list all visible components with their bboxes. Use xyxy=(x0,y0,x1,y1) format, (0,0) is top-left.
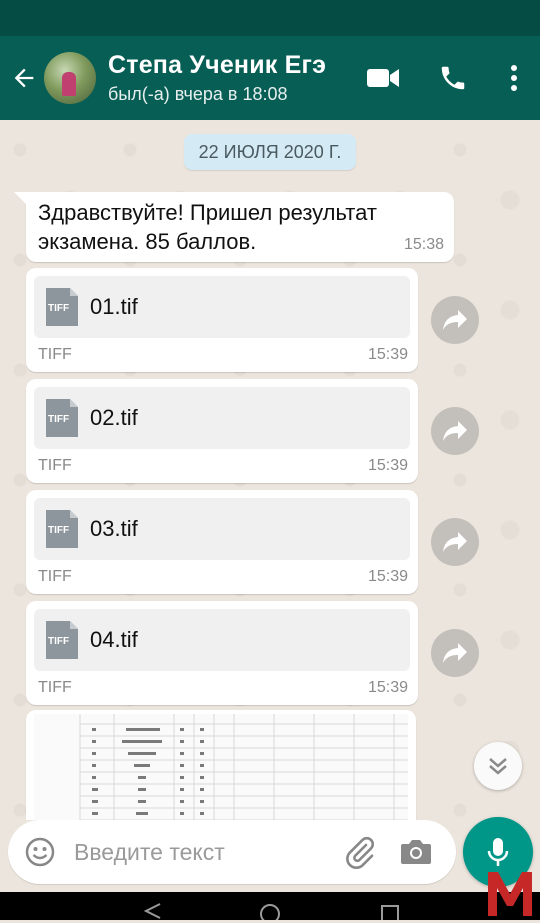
contact-name: Степа Ученик Егэ xyxy=(108,51,327,79)
message-input[interactable] xyxy=(72,837,326,867)
video-call-button[interactable] xyxy=(348,36,418,120)
tiff-file-icon: TIFF xyxy=(46,621,78,659)
contact-info[interactable]: Степа Ученик Егэ был(-а) вчера в 18:08 xyxy=(108,51,338,105)
arrow-back-icon xyxy=(14,68,34,88)
nav-recents-icon[interactable] xyxy=(380,902,400,920)
chat-header: Степа Ученик Егэ был(-а) вчера в 18:08 xyxy=(0,36,540,120)
file-name: 02.tif xyxy=(90,405,138,430)
message-time: 15:39 xyxy=(367,457,408,474)
incoming-text-message[interactable]: Здравствуйте! Пришел результат экзамена.… xyxy=(14,192,454,262)
file-icon-label: TIFF xyxy=(48,414,70,425)
nav-home-icon[interactable] xyxy=(258,902,282,920)
double-chevron-down-icon xyxy=(489,758,507,775)
file-type: TIFF xyxy=(38,346,72,363)
nav-back-icon[interactable] xyxy=(140,902,164,920)
tiff-file-icon: TIFF xyxy=(46,399,78,437)
message-time: 15:39 xyxy=(367,346,408,363)
attach-button[interactable] xyxy=(332,820,388,884)
more-vert-icon xyxy=(511,65,517,91)
file-type: TIFF xyxy=(38,457,72,474)
file-message[interactable]: TIFF 02.tif TIFF 15:39 xyxy=(26,379,418,483)
file-message[interactable]: TIFF 03.tif TIFF 15:39 xyxy=(26,490,418,594)
forward-button[interactable] xyxy=(431,518,479,566)
more-options-button[interactable] xyxy=(488,36,540,120)
file-attachment[interactable]: TIFF 01.tif xyxy=(34,276,410,338)
file-name: 03.tif xyxy=(90,516,138,541)
status-bar xyxy=(0,0,540,36)
phone-icon xyxy=(441,66,465,90)
forward-icon xyxy=(443,310,467,330)
message-time: 15:38 xyxy=(403,236,444,253)
watermark-logo xyxy=(484,868,536,918)
forward-button[interactable] xyxy=(431,296,479,344)
file-type: TIFF xyxy=(38,568,72,585)
contact-avatar[interactable] xyxy=(44,52,96,104)
file-icon-label: TIFF xyxy=(48,636,70,647)
camera-icon xyxy=(401,840,431,864)
tiff-file-icon: TIFF xyxy=(46,510,78,548)
scroll-to-bottom-button[interactable] xyxy=(474,742,522,790)
microphone-icon xyxy=(487,838,509,866)
paperclip-icon xyxy=(346,836,374,869)
emoji-icon xyxy=(25,837,55,867)
file-name: 04.tif xyxy=(90,627,138,652)
voice-call-button[interactable] xyxy=(418,36,488,120)
video-call-icon xyxy=(367,69,399,87)
tiff-file-icon: TIFF xyxy=(46,288,78,326)
document-preview-icon xyxy=(79,714,408,820)
file-attachment[interactable]: TIFF 03.tif xyxy=(34,498,410,560)
file-attachment[interactable]: TIFF 02.tif xyxy=(34,387,410,449)
message-time: 15:39 xyxy=(367,568,408,585)
forward-button[interactable] xyxy=(431,407,479,455)
forward-button[interactable] xyxy=(431,629,479,677)
file-attachment[interactable]: TIFF 04.tif xyxy=(34,609,410,671)
message-time: 15:39 xyxy=(367,679,408,696)
back-button[interactable] xyxy=(2,36,46,120)
forward-icon xyxy=(443,421,467,441)
date-chip: 22 ИЮЛЯ 2020 Г. xyxy=(184,134,356,170)
file-message[interactable]: TIFF 01.tif TIFF 15:39 xyxy=(26,268,418,372)
file-message[interactable]: TIFF 04.tif TIFF 15:39 xyxy=(26,601,418,705)
image-thumbnail[interactable] xyxy=(34,714,408,820)
message-composer xyxy=(8,820,456,884)
camera-button[interactable] xyxy=(388,820,444,884)
system-navigation-bar xyxy=(0,892,540,920)
message-list[interactable]: 22 ИЮЛЯ 2020 Г. Здравствуйте! Пришел рез… xyxy=(0,120,540,820)
image-message[interactable] xyxy=(26,710,416,820)
file-icon-label: TIFF xyxy=(48,303,70,314)
emoji-button[interactable] xyxy=(8,820,72,884)
forward-icon xyxy=(443,532,467,552)
message-text: Здравствуйте! Пришел результат экзамена.… xyxy=(38,200,377,254)
file-type: TIFF xyxy=(38,679,72,696)
contact-last-seen: был(-а) вчера в 18:08 xyxy=(108,84,288,104)
forward-icon xyxy=(443,643,467,663)
file-name: 01.tif xyxy=(90,294,138,319)
file-icon-label: TIFF xyxy=(48,525,70,536)
